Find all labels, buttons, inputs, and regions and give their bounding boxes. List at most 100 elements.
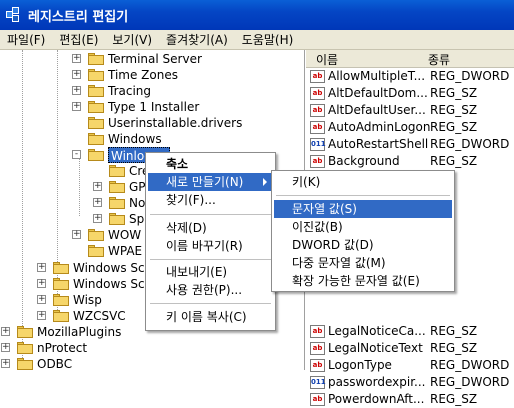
value-row[interactable]: ab PowerdownAft... REG_SZ: [306, 391, 514, 408]
tree-key[interactable]: Tracing: [108, 83, 151, 99]
expand-icon[interactable]: +: [93, 182, 102, 191]
value-type: REG_SZ: [430, 154, 478, 168]
tree-key[interactable]: No: [129, 195, 145, 211]
expand-icon[interactable]: +: [37, 295, 46, 304]
menu-item-permissions[interactable]: 사용 권한(P)...: [148, 281, 273, 299]
menu-item-collapse[interactable]: 축소: [148, 155, 273, 173]
tree-key[interactable]: Time Zones: [108, 67, 178, 83]
submenu-item-binary-value[interactable]: 이진값(B): [274, 218, 452, 236]
tree-key[interactable]: Sp: [129, 211, 144, 227]
menu-edit[interactable]: 편집(E): [52, 31, 105, 49]
expand-icon[interactable]: +: [1, 327, 10, 336]
expand-icon[interactable]: +: [37, 311, 46, 320]
folder-icon: [109, 213, 125, 225]
value-row[interactable]: ab AllowMultipleT... REG_DWORD: [306, 68, 514, 85]
tree-key[interactable]: WZCSVC: [73, 308, 126, 324]
menu-separator: [150, 303, 271, 304]
submenu-item-multi-string-value[interactable]: 다중 문자열 값(M): [274, 254, 452, 272]
expand-icon[interactable]: +: [37, 279, 46, 288]
value-row[interactable]: ab Background REG_SZ: [306, 153, 514, 170]
column-header-type[interactable]: 종류: [428, 51, 450, 68]
folder-icon: [109, 197, 125, 209]
folder-icon: [88, 101, 104, 113]
ab-string-icon: ab: [310, 393, 325, 406]
expand-icon[interactable]: +: [93, 198, 102, 207]
tree-key[interactable]: Userinstallable.drivers: [108, 115, 242, 131]
expand-icon[interactable]: +: [72, 54, 81, 63]
expand-icon[interactable]: +: [1, 359, 10, 368]
tree-key[interactable]: Terminal Server: [108, 51, 202, 67]
menu-help[interactable]: 도움말(H): [235, 31, 301, 49]
menu-item-export[interactable]: 내보내기(E): [148, 263, 273, 281]
folder-icon: [88, 229, 104, 241]
menu-item-copy-key-name[interactable]: 키 이름 복사(C): [148, 308, 273, 326]
value-row[interactable]: ab LegalNoticeCa... REG_SZ: [306, 323, 514, 340]
submenu-arrow-icon: [263, 178, 267, 186]
ab-string-icon: ab: [310, 325, 325, 338]
tree-key[interactable]: MozillaPlugins: [37, 324, 121, 340]
expand-icon[interactable]: +: [1, 343, 10, 352]
value-row[interactable]: 011 AutoRestartShell REG_DWORD: [306, 136, 514, 153]
tree-guide-line: [22, 50, 23, 370]
ab-string-icon: ab: [310, 87, 325, 100]
value-row[interactable]: ab LogonType REG_DWORD: [306, 357, 514, 374]
menu-favorites[interactable]: 즐겨찾기(A): [159, 31, 235, 49]
submenu-item-key[interactable]: 키(K): [274, 173, 452, 191]
value-type: REG_SZ: [430, 103, 478, 117]
expand-icon[interactable]: +: [72, 86, 81, 95]
ab-string-icon: ab: [310, 359, 325, 372]
expand-icon[interactable]: +: [93, 214, 102, 223]
tree-key[interactable]: nProtect: [37, 340, 87, 356]
tree-key[interactable]: Windows Scr: [73, 276, 150, 292]
menu-file[interactable]: 파일(F): [0, 31, 52, 49]
menu-item-rename[interactable]: 이름 바꾸기(R): [148, 237, 273, 255]
column-header-name[interactable]: 이름: [316, 51, 338, 68]
new-submenu: 키(K) 문자열 값(S) 이진값(B) DWORD 값(D) 다중 문자열 값…: [271, 170, 455, 292]
menu-separator: [276, 195, 450, 196]
folder-icon: [109, 181, 125, 193]
value-row[interactable]: ab AltDefaultDom... REG_SZ: [306, 85, 514, 102]
menu-item-new[interactable]: 새로 만들기(N): [148, 173, 273, 191]
folder-icon: [88, 245, 104, 257]
value-name: AltDefaultDom...: [328, 86, 428, 100]
values-header: 이름 종류: [306, 50, 514, 68]
value-type: REG_SZ: [430, 86, 478, 100]
tree-key[interactable]: Windows Scr: [73, 260, 150, 276]
expand-icon[interactable]: +: [72, 230, 81, 239]
tree-key[interactable]: WPAE: [108, 243, 142, 259]
value-row[interactable]: 011 passwordexpir... REG_DWORD: [306, 374, 514, 391]
tree-key[interactable]: Wisp: [73, 292, 102, 308]
expand-icon[interactable]: +: [72, 102, 81, 111]
menu-item-find[interactable]: 찾기(F)...: [148, 191, 273, 209]
tree-key[interactable]: WOW: [108, 227, 141, 243]
value-type: REG_DWORD: [430, 358, 510, 372]
dword-icon: 011: [310, 138, 326, 151]
value-name: AllowMultipleT...: [328, 69, 426, 83]
folder-icon: [88, 149, 104, 161]
value-name: AutoAdminLogon: [328, 120, 431, 134]
menu-view[interactable]: 보기(V): [105, 31, 159, 49]
expand-icon[interactable]: +: [72, 70, 81, 79]
title-bar[interactable]: 레지스트리 편집기: [0, 0, 514, 30]
tree-key[interactable]: Type 1 Installer: [108, 99, 199, 115]
submenu-item-string-value[interactable]: 문자열 값(S): [274, 200, 452, 218]
folder-icon: [53, 262, 69, 274]
expand-icon[interactable]: +: [37, 263, 46, 272]
folder-icon: [88, 117, 104, 129]
value-row[interactable]: ab AltDefaultUser... REG_SZ: [306, 102, 514, 119]
menu-item-delete[interactable]: 삭제(D): [148, 219, 273, 237]
menu-item-new-label: 새로 만들기(N): [166, 175, 244, 189]
submenu-item-dword-value[interactable]: DWORD 값(D): [274, 236, 452, 254]
submenu-item-expandable-string-value[interactable]: 확장 가능한 문자열 값(E): [274, 272, 452, 290]
tree-key[interactable]: GP: [129, 179, 146, 195]
value-row[interactable]: ab LegalNoticeText REG_SZ: [306, 340, 514, 357]
value-type: REG_DWORD: [430, 69, 510, 83]
menu-separator: [150, 214, 271, 215]
context-menu: 축소 새로 만들기(N) 찾기(F)... 삭제(D) 이름 바꾸기(R) 내보…: [145, 152, 276, 331]
value-row[interactable]: ab AutoAdminLogon REG_SZ: [306, 119, 514, 136]
folder-icon: [88, 133, 104, 145]
folder-icon: [88, 53, 104, 65]
ab-string-icon: ab: [310, 342, 325, 355]
collapse-icon[interactable]: -: [72, 150, 81, 159]
tree-key[interactable]: Windows: [108, 131, 162, 147]
